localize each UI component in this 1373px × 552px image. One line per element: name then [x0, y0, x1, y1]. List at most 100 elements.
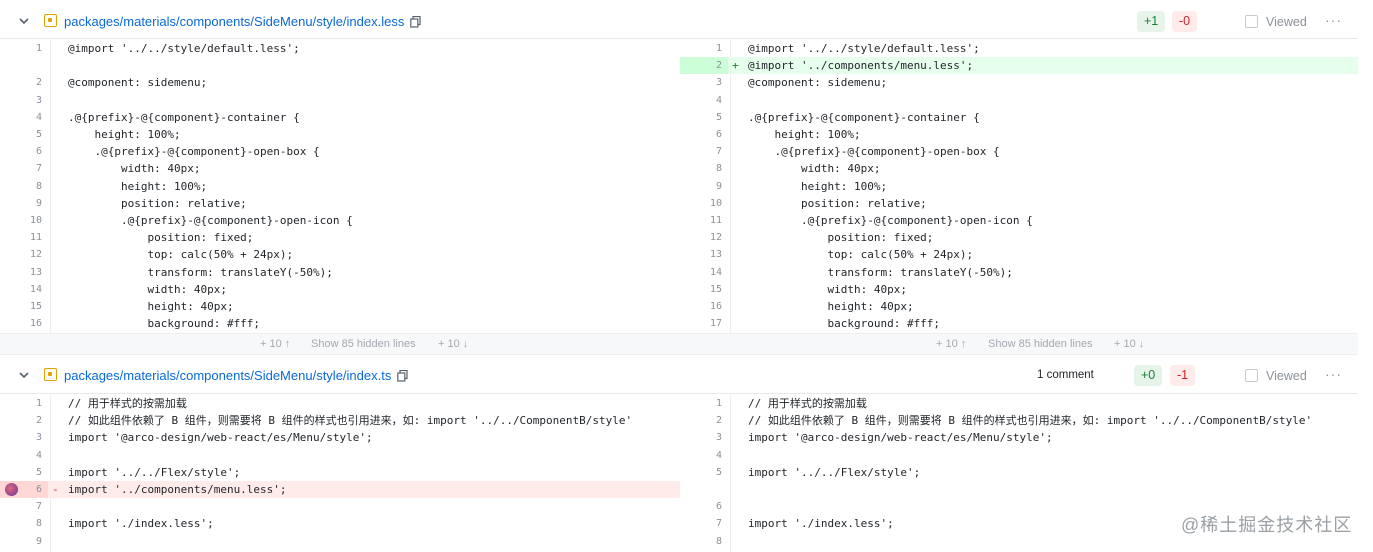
code-line[interactable]: 16 background: #fff; — [0, 315, 680, 332]
code-line[interactable]: 9 position: relative; — [0, 195, 680, 212]
code-line[interactable]: 13 transform: translateY(-50%); — [0, 264, 680, 281]
line-number[interactable]: 7 — [680, 143, 728, 160]
expand-up-button[interactable]: + 10 ↑ — [260, 338, 290, 350]
show-hidden-lines-button-right[interactable]: Show 85 hidden lines — [988, 338, 1093, 350]
code-line[interactable]: 7 .@{prefix}-@{component}-open-box { — [680, 143, 1358, 160]
line-number[interactable]: 9 — [680, 178, 728, 195]
code-line[interactable]: 2 // 如此组件依赖了 B 组件，则需要将 B 组件的样式也引用进来，如: im… — [680, 412, 1358, 429]
line-number[interactable]: 6 — [680, 126, 728, 143]
code-line[interactable]: 3 @component: sidemenu; — [680, 74, 1358, 91]
line-number[interactable]: 7 — [0, 498, 48, 515]
code-line[interactable]: 7 width: 40px; — [0, 160, 680, 177]
line-number[interactable] — [680, 481, 728, 498]
more-options-icon[interactable]: ··· — [1325, 12, 1342, 28]
code-line[interactable]: 8 import './index.less'; — [0, 515, 680, 532]
code-line[interactable]: 4 .@{prefix}-@{component}-container { — [0, 109, 680, 126]
code-line[interactable]: 3 — [0, 92, 680, 109]
code-line[interactable]: 15 width: 40px; — [680, 281, 1358, 298]
code-line[interactable]: 1 @import '../../style/default.less'; — [0, 40, 680, 57]
code-line[interactable]: 4 — [680, 447, 1358, 464]
line-number[interactable]: 4 — [680, 447, 728, 464]
line-number[interactable]: 7 — [0, 160, 48, 177]
code-line[interactable]: 1 // 用于样式的按需加载 — [0, 395, 680, 412]
hidden-lines-bar[interactable]: + 10 ↑ Show 85 hidden lines + 10 ↓ + 10 … — [0, 333, 1358, 355]
line-number[interactable]: 3 — [0, 429, 48, 446]
code-line[interactable]: 14 width: 40px; — [0, 281, 680, 298]
code-line[interactable]: 16 height: 40px; — [680, 298, 1358, 315]
viewed-checkbox[interactable] — [1245, 369, 1258, 382]
line-number[interactable]: 16 — [680, 298, 728, 315]
line-number[interactable]: 10 — [0, 212, 48, 229]
code-line[interactable]: 14 transform: translateY(-50%); — [680, 264, 1358, 281]
code-line[interactable]: 13 top: calc(50% + 24px); — [680, 246, 1358, 263]
line-number[interactable]: 2 — [680, 57, 728, 75]
line-number[interactable]: 2 — [680, 412, 728, 429]
code-line[interactable]: 17 background: #fff; — [680, 315, 1358, 332]
copy-icon[interactable] — [410, 16, 421, 28]
expand-up-button-right[interactable]: + 10 ↑ — [936, 338, 966, 350]
code-line[interactable]: 11 .@{prefix}-@{component}-open-icon { — [680, 212, 1358, 229]
code-line[interactable]: 5 import '../../Flex/style'; — [680, 464, 1358, 481]
code-line[interactable]: 8 height: 100%; — [0, 178, 680, 195]
line-number[interactable]: 3 — [680, 74, 728, 91]
chevron-down-icon[interactable] — [17, 368, 31, 382]
line-number[interactable]: 14 — [0, 281, 48, 298]
code-line[interactable]: 3 import '@arco-design/web-react/es/Menu/… — [680, 429, 1358, 446]
line-number[interactable]: 8 — [680, 533, 728, 550]
line-number[interactable] — [0, 57, 48, 74]
line-number[interactable]: 1 — [680, 395, 728, 412]
expand-down-button[interactable]: + 10 ↓ — [438, 338, 468, 350]
code-line[interactable]: 11 position: fixed; — [0, 229, 680, 246]
code-line[interactable]: 12 top: calc(50% + 24px); — [0, 246, 680, 263]
line-number[interactable]: 8 — [680, 160, 728, 177]
copy-icon[interactable] — [397, 370, 408, 382]
code-line[interactable]: 2 // 如此组件依赖了 B 组件，则需要将 B 组件的样式也引用进来，如: im… — [0, 412, 680, 429]
code-line[interactable]: 5 height: 100%; — [0, 126, 680, 143]
file-path-link[interactable]: packages/materials/components/SideMenu/s… — [64, 368, 391, 383]
code-line[interactable]: 7 — [0, 498, 680, 515]
code-line[interactable]: 4 — [680, 92, 1358, 109]
line-number[interactable]: 15 — [680, 281, 728, 298]
line-number[interactable]: 5 — [0, 464, 48, 481]
line-number[interactable]: 6 — [0, 143, 48, 160]
line-number[interactable]: 15 — [0, 298, 48, 315]
code-line[interactable]: 5 .@{prefix}-@{component}-container { — [680, 109, 1358, 126]
comment-count[interactable]: 1 comment — [1037, 369, 1094, 381]
line-number[interactable]: 5 — [680, 109, 728, 126]
line-number[interactable]: 9 — [0, 533, 48, 550]
code-line[interactable]: 9 — [0, 533, 680, 550]
line-number[interactable]: 2 — [0, 412, 48, 429]
comment-avatar[interactable] — [5, 483, 18, 496]
line-number[interactable]: 2 — [0, 74, 48, 91]
line-number[interactable]: 8 — [0, 515, 48, 532]
line-number[interactable]: 11 — [680, 212, 728, 229]
code-line[interactable]: 15 height: 40px; — [0, 298, 680, 315]
line-number[interactable]: 13 — [680, 246, 728, 263]
line-number[interactable]: 17 — [680, 315, 728, 332]
line-number[interactable]: 5 — [0, 126, 48, 143]
line-number[interactable]: 1 — [0, 395, 48, 412]
code-line[interactable]: 1 // 用于样式的按需加载 — [680, 395, 1358, 412]
code-line[interactable]: 9 height: 100%; — [680, 178, 1358, 195]
code-line[interactable]: 10 .@{prefix}-@{component}-open-icon { — [0, 212, 680, 229]
line-number[interactable]: 14 — [680, 264, 728, 281]
line-number[interactable]: 8 — [0, 178, 48, 195]
code-line[interactable]: 4 — [0, 447, 680, 464]
line-number[interactable]: 3 — [0, 92, 48, 109]
expand-down-button-right[interactable]: + 10 ↓ — [1114, 338, 1144, 350]
line-number[interactable]: 6 — [680, 498, 728, 515]
code-line[interactable]: 8 width: 40px; — [680, 160, 1358, 177]
code-line[interactable]: 5 import '../../Flex/style'; — [0, 464, 680, 481]
line-number[interactable]: 1 — [0, 40, 48, 57]
code-line[interactable]: 6 .@{prefix}-@{component}-open-box { — [0, 143, 680, 160]
show-hidden-lines-button[interactable]: Show 85 hidden lines — [311, 338, 416, 350]
code-line[interactable]: 2 @component: sidemenu; — [0, 74, 680, 91]
line-number[interactable]: 9 — [0, 195, 48, 212]
line-number[interactable]: 13 — [0, 264, 48, 281]
code-line[interactable] — [0, 57, 680, 74]
code-line[interactable]: 6 height: 100%; — [680, 126, 1358, 143]
line-number[interactable]: 16 — [0, 315, 48, 332]
line-number[interactable]: 10 — [680, 195, 728, 212]
line-number[interactable]: 11 — [0, 229, 48, 246]
code-line[interactable]: 12 position: fixed; — [680, 229, 1358, 246]
